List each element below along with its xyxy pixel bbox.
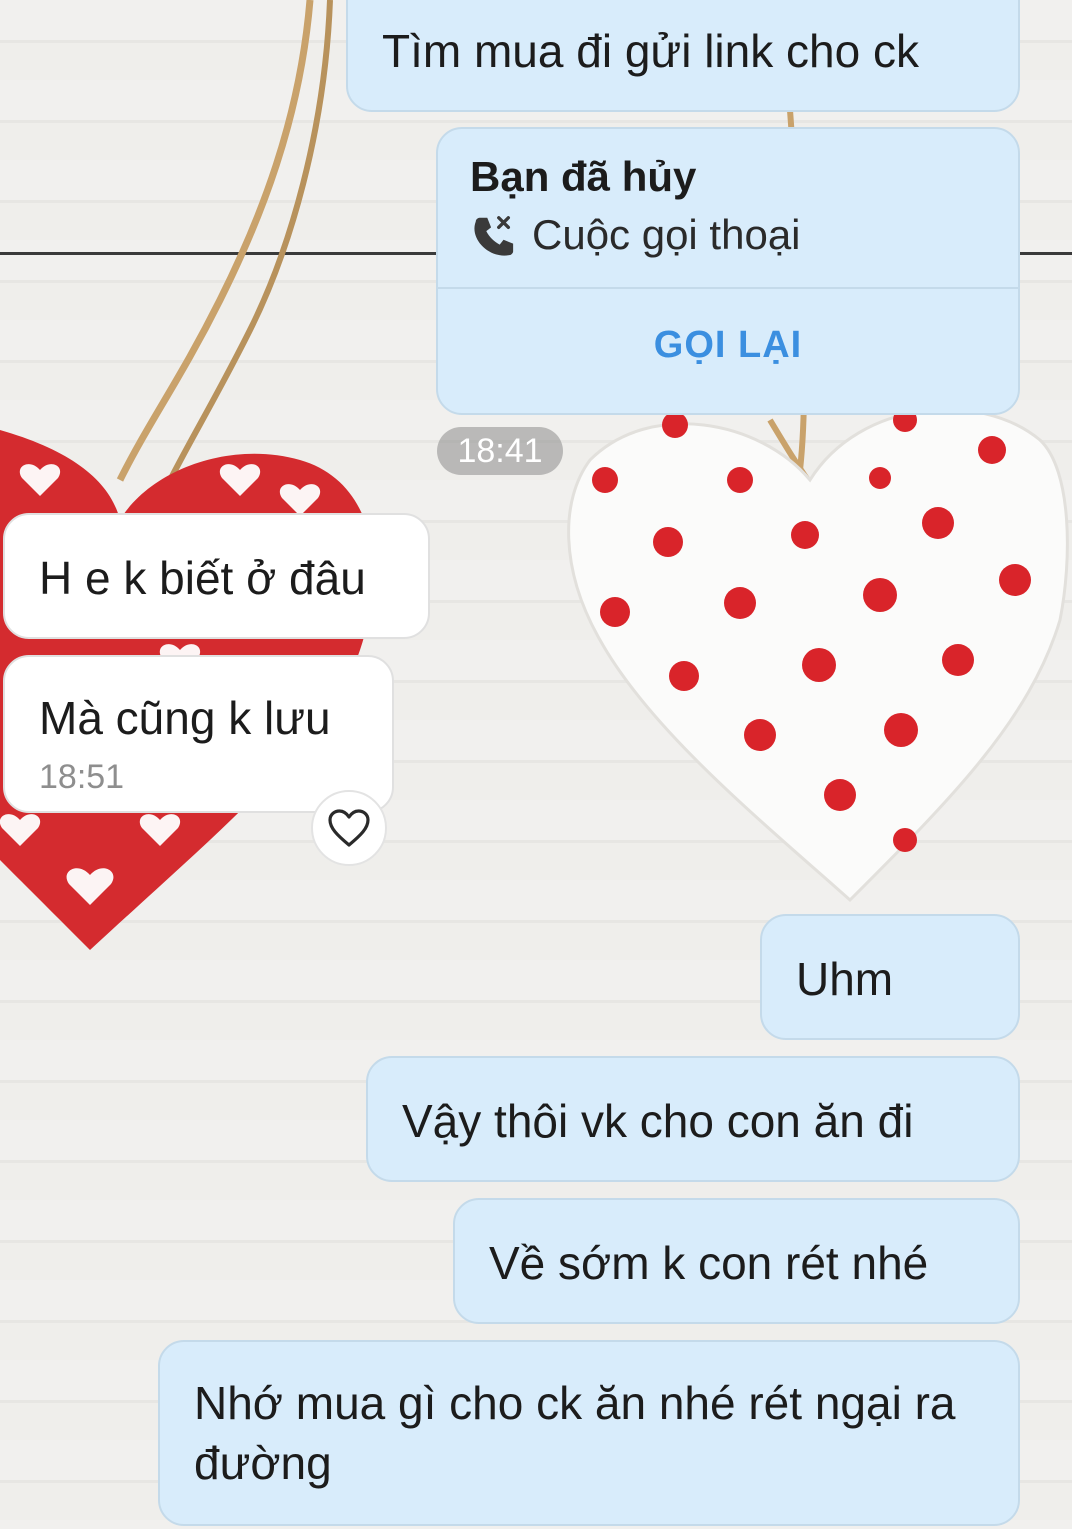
- heart-reaction-button[interactable]: [311, 790, 387, 866]
- message-text: Nhớ mua gì cho ck ăn nhé rét ngại ra đườ…: [194, 1377, 956, 1489]
- outgoing-message[interactable]: Uhm: [760, 914, 1020, 1040]
- call-status: Bạn đã hủy: [470, 153, 697, 200]
- outgoing-message[interactable]: Nhớ mua gì cho ck ăn nhé rét ngại ra đườ…: [158, 1340, 1020, 1526]
- missed-call-icon: [474, 216, 514, 256]
- message-text: Về sớm k con rét nhé: [489, 1237, 929, 1289]
- call-log-header: Bạn đã hủy Cuộc gọi thoại: [438, 129, 1018, 287]
- outgoing-message[interactable]: Tìm mua đi gửi link cho ck: [346, 0, 1020, 112]
- message-text: H e k biết ở đâu: [39, 552, 366, 604]
- time-separator: 18:41: [437, 427, 563, 475]
- incoming-message[interactable]: H e k biết ở đâu: [3, 513, 430, 639]
- call-log-card[interactable]: Bạn đã hủy Cuộc gọi thoại GỌI LẠI: [436, 127, 1020, 415]
- message-text: Mà cũng k lưu: [39, 692, 331, 744]
- call-type: Cuộc gọi thoại: [532, 211, 801, 258]
- outgoing-message[interactable]: Vậy thôi vk cho con ăn đi: [366, 1056, 1020, 1182]
- incoming-message[interactable]: Mà cũng k lưu 18:51: [3, 655, 394, 813]
- message-text: Uhm: [796, 953, 894, 1005]
- outgoing-message[interactable]: Về sớm k con rét nhé: [453, 1198, 1020, 1324]
- message-text: Tìm mua đi gửi link cho ck: [382, 25, 919, 77]
- message-time: 18:51: [39, 757, 125, 796]
- call-back-button[interactable]: GỌI LẠI: [438, 289, 1018, 401]
- heart-outline-icon: [328, 809, 370, 847]
- message-text: Vậy thôi vk cho con ăn đi: [402, 1095, 914, 1147]
